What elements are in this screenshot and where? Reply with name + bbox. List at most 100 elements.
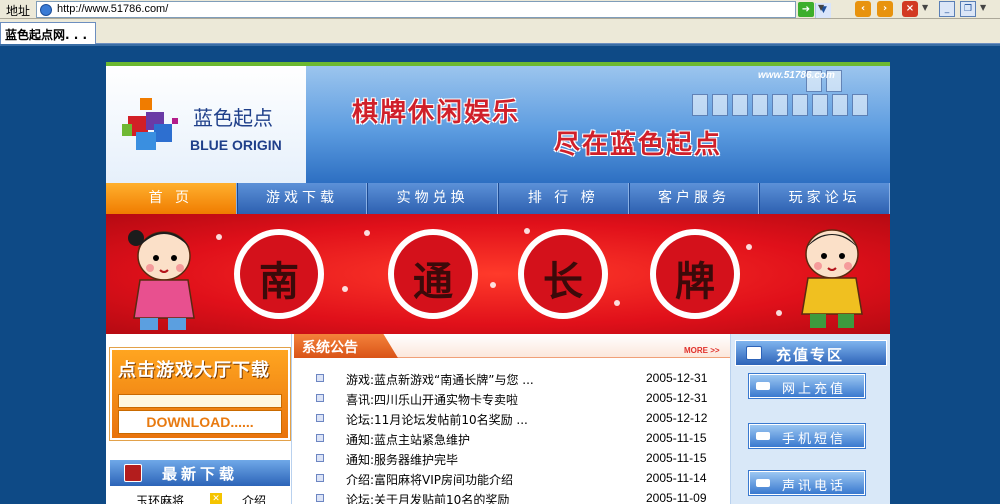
recharge-column: 充值专区 网上充值 手机短信 声讯电话 <box>730 334 890 504</box>
notice-text[interactable]: 通知:蓝点主站紧急维护 <box>346 431 470 448</box>
nav-forum[interactable]: 玩家论坛 <box>759 183 890 214</box>
nav-game-download[interactable]: 游戏下载 <box>236 183 368 214</box>
mahjong-tile <box>712 94 728 116</box>
list-item[interactable]: 喜讯:四川乐山开通实物卡专卖啦 2005-12-31 <box>294 388 730 408</box>
mahjong-tile <box>792 94 808 116</box>
bullet-icon <box>316 434 324 442</box>
banner-char-circle: 牌 <box>650 229 740 319</box>
chevron-down-icon[interactable]: ▼ <box>980 3 986 12</box>
nav-prize-exchange[interactable]: 实物兑换 <box>367 183 498 214</box>
button-icon <box>756 479 770 487</box>
notice-title: 系统公告 <box>302 340 358 356</box>
recharge-header: 充值专区 <box>735 340 887 366</box>
list-item[interactable]: 通知:蓝点主站紧急维护 2005-11-15 <box>294 428 730 448</box>
doll-boy-icon <box>801 229 863 328</box>
back-icon[interactable]: ‹ <box>855 1 871 17</box>
forward-icon[interactable]: › <box>877 1 893 17</box>
more-link[interactable]: MORE >> <box>684 346 720 355</box>
mahjong-tile <box>832 94 848 116</box>
new-download-item[interactable]: 玉环麻将 <box>136 492 184 504</box>
nav-home[interactable]: 首 页 <box>106 183 237 214</box>
website: 蓝色起点 BLUE ORIGIN www.51786.com 棋牌休闲娱乐 尽在… <box>106 62 890 504</box>
recharge-button-label: 网上充值 <box>782 382 847 397</box>
notice-text[interactable]: 论坛:关于月发贴前10名的奖励 <box>346 491 509 504</box>
logo-area: 蓝色起点 BLUE ORIGIN <box>106 66 306 183</box>
banner-char-circle: 通 <box>388 229 478 319</box>
notice-date: 2005-12-12 <box>646 411 708 425</box>
bullet-icon <box>316 394 324 402</box>
address-input[interactable]: http://www.51786.com/ ▼ <box>36 1 831 18</box>
download-panel[interactable]: 点击游戏大厅下载 DOWNLOAD...... <box>110 348 290 440</box>
new-download-intro-link[interactable]: 介绍 <box>242 492 266 504</box>
mahjong-tile <box>852 94 868 116</box>
tab-strip <box>0 44 1000 46</box>
promo-banner[interactable]: 南 通 长 牌 <box>106 214 890 334</box>
page-icon <box>40 4 52 16</box>
notice-date: 2005-11-15 <box>646 431 707 445</box>
bullet-icon <box>316 474 324 482</box>
banner-char: 牌 <box>675 259 715 305</box>
download-title: 点击游戏大厅下载 <box>118 360 270 381</box>
banner-char: 南 <box>259 259 299 305</box>
list-item[interactable]: 介绍:富阳麻将VIP房间功能介绍 2005-11-14 <box>294 468 730 488</box>
address-url[interactable]: http://www.51786.com/ <box>57 3 168 15</box>
notice-date: 2005-11-14 <box>646 471 707 485</box>
logo-icon[interactable] <box>118 94 182 158</box>
left-column: 点击游戏大厅下载 DOWNLOAD...... 最新下载 玉环麻将 ✕ 介绍 <box>106 334 292 504</box>
list-item[interactable]: 通知:服务器维护完毕 2005-11-15 <box>294 448 730 468</box>
snow-dot <box>776 310 782 316</box>
close-icon[interactable]: × <box>902 1 918 17</box>
list-item[interactable]: 论坛:11月论坛发帖前10名奖励 ... 2005-12-12 <box>294 408 730 428</box>
download-mark-icon: ✕ <box>210 493 222 504</box>
phone-recharge-button[interactable]: 声讯电话 <box>749 471 865 495</box>
notice-text[interactable]: 通知:服务器维护完毕 <box>346 451 458 468</box>
site-header: 蓝色起点 BLUE ORIGIN www.51786.com 棋牌休闲娱乐 尽在… <box>106 62 890 183</box>
list-item[interactable]: 游戏:蓝点新游戏“南通长牌”与您 ... 2005-12-31 <box>294 368 730 388</box>
snow-dot <box>342 286 348 292</box>
banner-char: 长 <box>543 259 583 305</box>
bullet-icon <box>316 454 324 462</box>
snow-dot <box>490 282 496 288</box>
snow-dot <box>746 244 752 250</box>
snow-dot <box>364 230 370 236</box>
snow-dot <box>216 234 222 240</box>
mahjong-icon <box>124 464 142 482</box>
mahjong-tile <box>692 94 708 116</box>
bullet-icon <box>316 494 324 502</box>
recharge-button-label: 声讯电话 <box>782 479 847 494</box>
main-nav: 首 页 游戏下载 实物兑换 排 行 榜 客户服务 玩家论坛 <box>106 183 890 214</box>
notice-date: 2005-12-31 <box>646 391 708 405</box>
notice-text[interactable]: 论坛:11月论坛发帖前10名奖励 ... <box>346 411 528 428</box>
chevron-down-icon[interactable]: ▼ <box>922 3 928 12</box>
notice-date: 2005-11-15 <box>646 451 707 465</box>
online-recharge-button[interactable]: 网上充值 <box>749 374 865 398</box>
new-downloads-header: 最新下载 <box>110 460 290 486</box>
go-arrow-icon[interactable]: ➜ <box>798 2 814 17</box>
notice-tab: 系统公告 <box>294 334 398 358</box>
address-bar: 地址 http://www.51786.com/ ▼ ➜ ▼ ‹ › × ▼ _… <box>0 0 1000 19</box>
tab-bar: 蓝色起点网. . . <box>0 19 1000 44</box>
notice-header: 系统公告 MORE >> <box>294 334 730 358</box>
restore-icon[interactable]: ❐ <box>960 1 976 17</box>
button-icon <box>756 382 770 390</box>
header-site-url: www.51786.com <box>758 70 835 81</box>
card-icon <box>746 346 762 360</box>
tab-active[interactable]: 蓝色起点网. . . <box>0 22 96 44</box>
download-button[interactable]: DOWNLOAD...... <box>118 410 282 434</box>
banner-char: 通 <box>413 259 453 305</box>
banner-char-circle: 长 <box>518 229 608 319</box>
snow-dot <box>524 228 530 234</box>
slogan-line-1: 棋牌休闲娱乐 <box>352 98 521 128</box>
banner-char-circle: 南 <box>234 229 324 319</box>
snow-dot <box>614 300 620 306</box>
notice-text[interactable]: 游戏:蓝点新游戏“南通长牌”与您 ... <box>346 371 534 388</box>
nav-rankings[interactable]: 排 行 榜 <box>497 183 629 214</box>
chevron-down-icon[interactable]: ▼ <box>818 3 824 12</box>
minimize-icon[interactable]: _ <box>939 1 955 17</box>
list-item[interactable]: 论坛:关于月发贴前10名的奖励 2005-11-09 <box>294 488 730 504</box>
notice-text[interactable]: 喜讯:四川乐山开通实物卡专卖啦 <box>346 391 518 408</box>
notice-date: 2005-12-31 <box>646 371 708 385</box>
sms-recharge-button[interactable]: 手机短信 <box>749 424 865 448</box>
notice-text[interactable]: 介绍:富阳麻将VIP房间功能介绍 <box>346 471 513 488</box>
nav-customer-service[interactable]: 客户服务 <box>628 183 760 214</box>
